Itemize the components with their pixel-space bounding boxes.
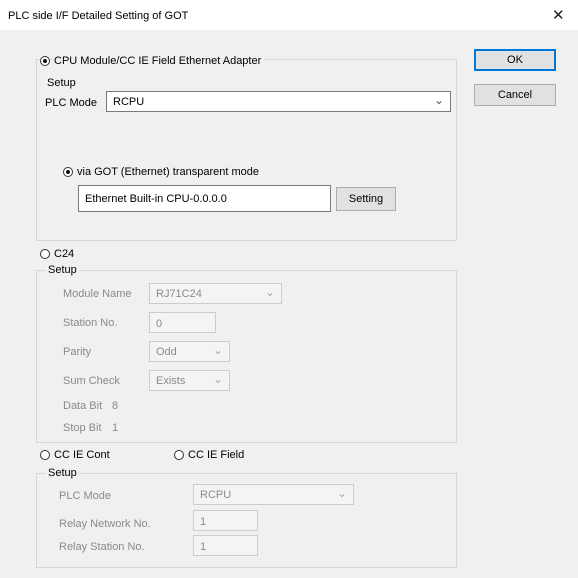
window-title: PLC side I/F Detailed Setting of GOT [8,10,189,22]
via-transparent-label[interactable]: via GOT (Ethernet) transparent mode [77,166,259,178]
relay-network-field[interactable]: 1 [193,510,258,531]
chevron-down-icon: ⌄ [433,93,444,107]
title-bar: PLC side I/F Detailed Setting of GOT ✕ [0,0,578,30]
module-name-value: RJ71C24 [156,288,202,300]
station-no-field[interactable]: 0 [149,312,216,333]
ccie-setup-label: Setup [46,467,79,479]
station-no-label: Station No. [63,317,118,329]
c24-radio-label[interactable]: C24 [54,248,74,260]
cpu-plc-mode-value: RCPU [113,96,145,108]
parity-value: Odd [156,346,177,358]
cc-ie-field-radio[interactable] [174,450,184,460]
relay-station-value: 1 [200,541,207,553]
ccie-plc-mode-label: PLC Mode [59,490,111,502]
cpu-radio[interactable] [40,56,50,66]
stop-bit-label: Stop Bit [63,422,102,434]
cpu-radio-label[interactable]: CPU Module/CC IE Field Ethernet Adapter [54,55,265,67]
data-bit-label: Data Bit [63,400,103,412]
chevron-down-icon: ⌄ [264,285,275,299]
chevron-down-icon: ⌄ [212,372,223,386]
via-connection-field: Ethernet Built-in CPU-0.0.0.0 [78,185,331,212]
sum-check-select[interactable]: Exists ⌄ [149,370,230,391]
relay-station-field[interactable]: 1 [193,535,258,556]
close-icon[interactable]: ✕ [552,8,565,23]
cc-ie-field-label[interactable]: CC IE Field [188,449,244,461]
chevron-down-icon: ⌄ [336,486,347,500]
sum-check-label: Sum Check [63,375,120,387]
ccie-plc-mode-value: RCPU [200,489,232,501]
cc-ie-cont-label[interactable]: CC IE Cont [54,449,110,461]
cpu-plc-mode-select[interactable]: RCPU ⌄ [106,91,451,112]
ccie-plc-mode-select[interactable]: RCPU ⌄ [193,484,354,505]
c24-radio[interactable] [40,249,50,259]
relay-network-label: Relay Network No. [59,518,151,530]
parity-select[interactable]: Odd ⌄ [149,341,230,362]
stop-bit-value: 1 [112,422,119,434]
relay-network-value: 1 [200,516,207,528]
via-connection-value: Ethernet Built-in CPU-0.0.0.0 [85,193,227,205]
cpu-setup-label: Setup [47,77,76,89]
sum-check-value: Exists [156,375,186,387]
module-name-label: Module Name [63,288,132,300]
ok-button[interactable]: OK [474,49,556,71]
module-name-select[interactable]: RJ71C24 ⌄ [149,283,282,304]
setting-button[interactable]: Setting [336,187,396,211]
cc-ie-cont-radio[interactable] [40,450,50,460]
relay-station-label: Relay Station No. [59,541,145,553]
parity-label: Parity [63,346,92,358]
cpu-group [36,59,457,241]
cancel-button[interactable]: Cancel [474,84,556,106]
cpu-plc-mode-label: PLC Mode [45,97,97,109]
station-no-value: 0 [156,318,163,330]
chevron-down-icon: ⌄ [212,343,223,357]
c24-setup-label: Setup [46,264,79,276]
via-transparent-radio[interactable] [63,167,73,177]
data-bit-value: 8 [112,400,119,412]
